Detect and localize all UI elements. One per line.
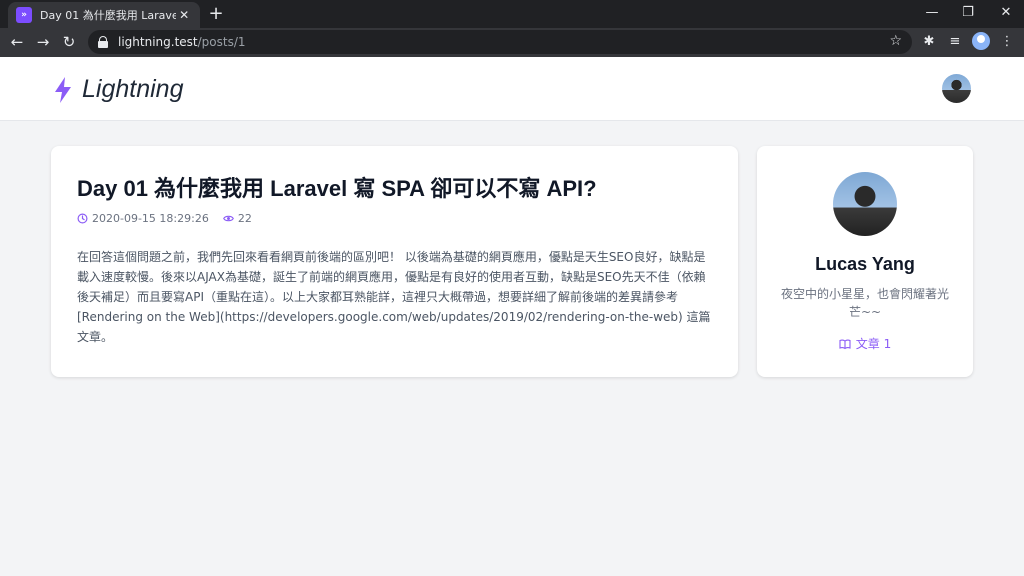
post-datetime: 2020-09-15 18:29:26 [92, 212, 209, 225]
author-post-count[interactable]: 文章 1 [839, 335, 891, 352]
author-avatar[interactable] [833, 172, 897, 236]
minimize-button[interactable]: — [920, 3, 944, 23]
eye-icon [222, 215, 234, 222]
author-card: Lucas Yang 夜空中的小星星，也會閃耀著光芒~~ 文章 1 [757, 146, 973, 377]
author-name[interactable]: Lucas Yang [757, 254, 973, 275]
clock-icon [77, 213, 88, 224]
media-control-icon[interactable]: ≡ [945, 32, 965, 52]
url-host: lightning.test [118, 35, 198, 49]
restore-button[interactable]: ❐ [956, 3, 980, 23]
post-card: Day 01 為什麼我用 Laravel 寫 SPA 卻可以不寫 API? 20… [51, 146, 738, 377]
browser-toolbar: ← → ↻ lightning.test/posts/1 ☆ ✱ ≡ ⋮ [0, 28, 1024, 57]
window-close-button[interactable]: ✕ [994, 3, 1018, 23]
post-title: Day 01 為什麼我用 Laravel 寫 SPA 卻可以不寫 API? [77, 176, 597, 201]
book-icon [839, 339, 851, 349]
post-views: 22 [222, 212, 252, 225]
menu-icon[interactable]: ⋮ [997, 32, 1017, 52]
post-meta: 2020-09-15 18:29:26 22 [77, 212, 712, 225]
url-path: /posts/1 [197, 35, 246, 49]
user-avatar[interactable] [942, 74, 971, 103]
bookmark-star-icon[interactable]: ☆ [889, 33, 902, 49]
brand-logo[interactable]: Lightning [52, 75, 183, 104]
author-bio: 夜空中的小星星，也會閃耀著光芒~~ [780, 287, 949, 319]
lock-icon [98, 36, 108, 48]
post-date: 2020-09-15 18:29:26 [77, 212, 209, 225]
brand-name: Lightning [82, 75, 184, 103]
profile-avatar-icon[interactable] [972, 32, 990, 50]
site-header: Lightning [0, 57, 1024, 121]
tab-close-icon[interactable]: ✕ [176, 8, 192, 22]
extensions-icon[interactable]: ✱ [919, 32, 939, 52]
browser-tab-bar: » Day 01 為什麼我用 Laravel 寫 SPA 卻可以不寫 API? … [0, 0, 1024, 28]
browser-tab[interactable]: » Day 01 為什麼我用 Laravel 寫 SPA 卻可以不寫 API? … [8, 2, 200, 28]
new-tab-button[interactable]: + [206, 4, 226, 24]
post-body: 在回答這個問題之前，我們先回來看看網頁前後端的區別吧！ 以後端為基礎的網頁應用，… [77, 250, 711, 344]
reload-button[interactable]: ↻ [59, 32, 79, 52]
tab-title: Day 01 為什麼我用 Laravel 寫 SPA 卻可以不寫 API? [40, 9, 177, 22]
author-post-count-label: 文章 1 [855, 337, 892, 351]
forward-button[interactable]: → [33, 32, 53, 52]
back-button[interactable]: ← [7, 32, 27, 52]
favicon-icon: » [16, 7, 32, 23]
lightning-icon [55, 76, 71, 103]
post-view-count: 22 [237, 212, 252, 225]
address-bar[interactable]: lightning.test/posts/1 ☆ [88, 30, 912, 54]
